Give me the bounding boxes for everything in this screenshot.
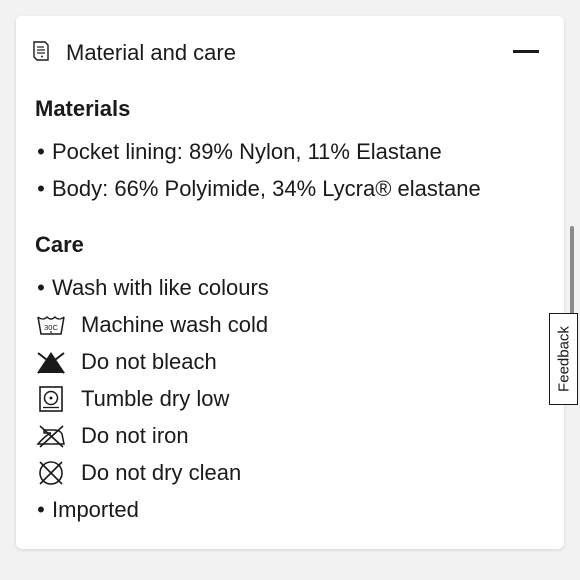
materials-heading: Materials <box>35 96 131 121</box>
feedback-label: Feedback <box>555 326 572 392</box>
care-label: Machine wash cold <box>81 312 269 337</box>
care-label: Do not iron <box>81 423 189 448</box>
wash-temperature: 30C <box>44 323 58 332</box>
material-item: Pocket lining: 89% Nylon, 11% Elastane <box>52 139 442 164</box>
tumble-dry-low-icon <box>39 386 63 412</box>
care-label: Tumble dry low <box>81 386 230 411</box>
feedback-tab[interactable]: Feedback <box>549 313 578 405</box>
care-heading: Care <box>35 232 84 257</box>
document-icon <box>33 41 49 61</box>
section-title: Material and care <box>66 40 236 65</box>
material-item: Body: 66% Polyimide, 34% Lycra® elastane <box>52 176 481 201</box>
care-item: Wash with like colours <box>52 275 269 300</box>
care-label: Do not bleach <box>81 349 217 374</box>
care-item: Imported <box>52 497 139 522</box>
bullet-icon: • <box>37 275 45 300</box>
bullet-icon: • <box>37 139 45 164</box>
material-care-accordion-header[interactable]: Material and care <box>16 16 564 88</box>
minus-icon[interactable] <box>513 50 539 53</box>
material-care-panel: Material and care Materials • Pocket lin… <box>16 16 564 549</box>
care-label: Do not dry clean <box>81 460 242 485</box>
do-not-dry-clean-icon <box>39 461 63 485</box>
do-not-bleach-icon <box>37 352 65 374</box>
bullet-icon: • <box>37 176 45 201</box>
do-not-iron-icon <box>36 425 65 448</box>
machine-wash-30c-icon: 30C <box>37 316 65 335</box>
bullet-icon: • <box>37 497 45 522</box>
